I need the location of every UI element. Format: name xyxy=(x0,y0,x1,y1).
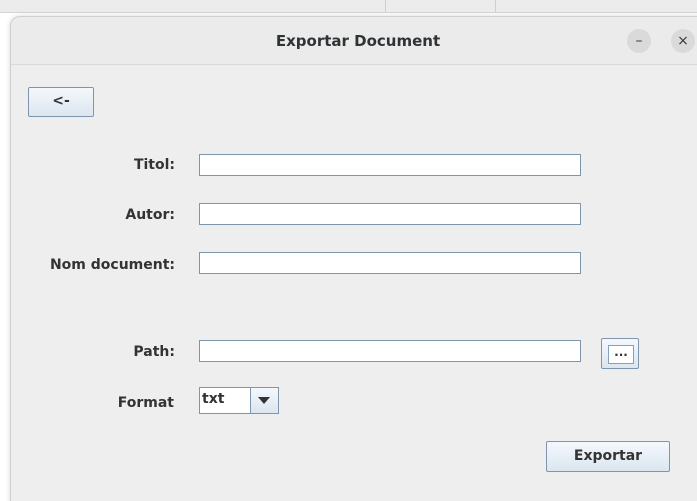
dropdown-button[interactable] xyxy=(250,388,278,413)
path-field[interactable] xyxy=(199,340,581,362)
path-label: Path: xyxy=(133,344,175,360)
background-divider xyxy=(385,0,386,12)
browse-button[interactable]: ... xyxy=(601,338,639,369)
autor-field[interactable] xyxy=(199,203,581,225)
background-window-strip xyxy=(0,0,697,13)
titlebar: Exportar Document – × xyxy=(11,17,697,65)
titol-label: Titol: xyxy=(133,157,175,173)
format-label: Format xyxy=(117,395,174,411)
screen: Exportar Document – × <- Titol: Autor: N… xyxy=(0,0,697,501)
browse-label: ... xyxy=(608,345,634,364)
nom-document-field[interactable] xyxy=(199,252,581,274)
background-divider xyxy=(495,0,496,12)
chevron-down-icon xyxy=(258,397,270,404)
export-dialog: Exportar Document – × <- Titol: Autor: N… xyxy=(10,16,697,501)
autor-label: Autor: xyxy=(125,207,175,223)
export-button[interactable]: Exportar xyxy=(546,441,670,472)
back-button[interactable]: <- xyxy=(28,87,94,117)
titol-field[interactable] xyxy=(199,154,581,176)
close-button[interactable]: × xyxy=(671,29,695,53)
minimize-button[interactable]: – xyxy=(627,29,651,53)
window-title: Exportar Document xyxy=(275,32,441,50)
format-select[interactable]: txt xyxy=(199,387,279,414)
nom-document-label: Nom document: xyxy=(49,257,175,273)
format-selected-value: txt xyxy=(202,391,225,407)
